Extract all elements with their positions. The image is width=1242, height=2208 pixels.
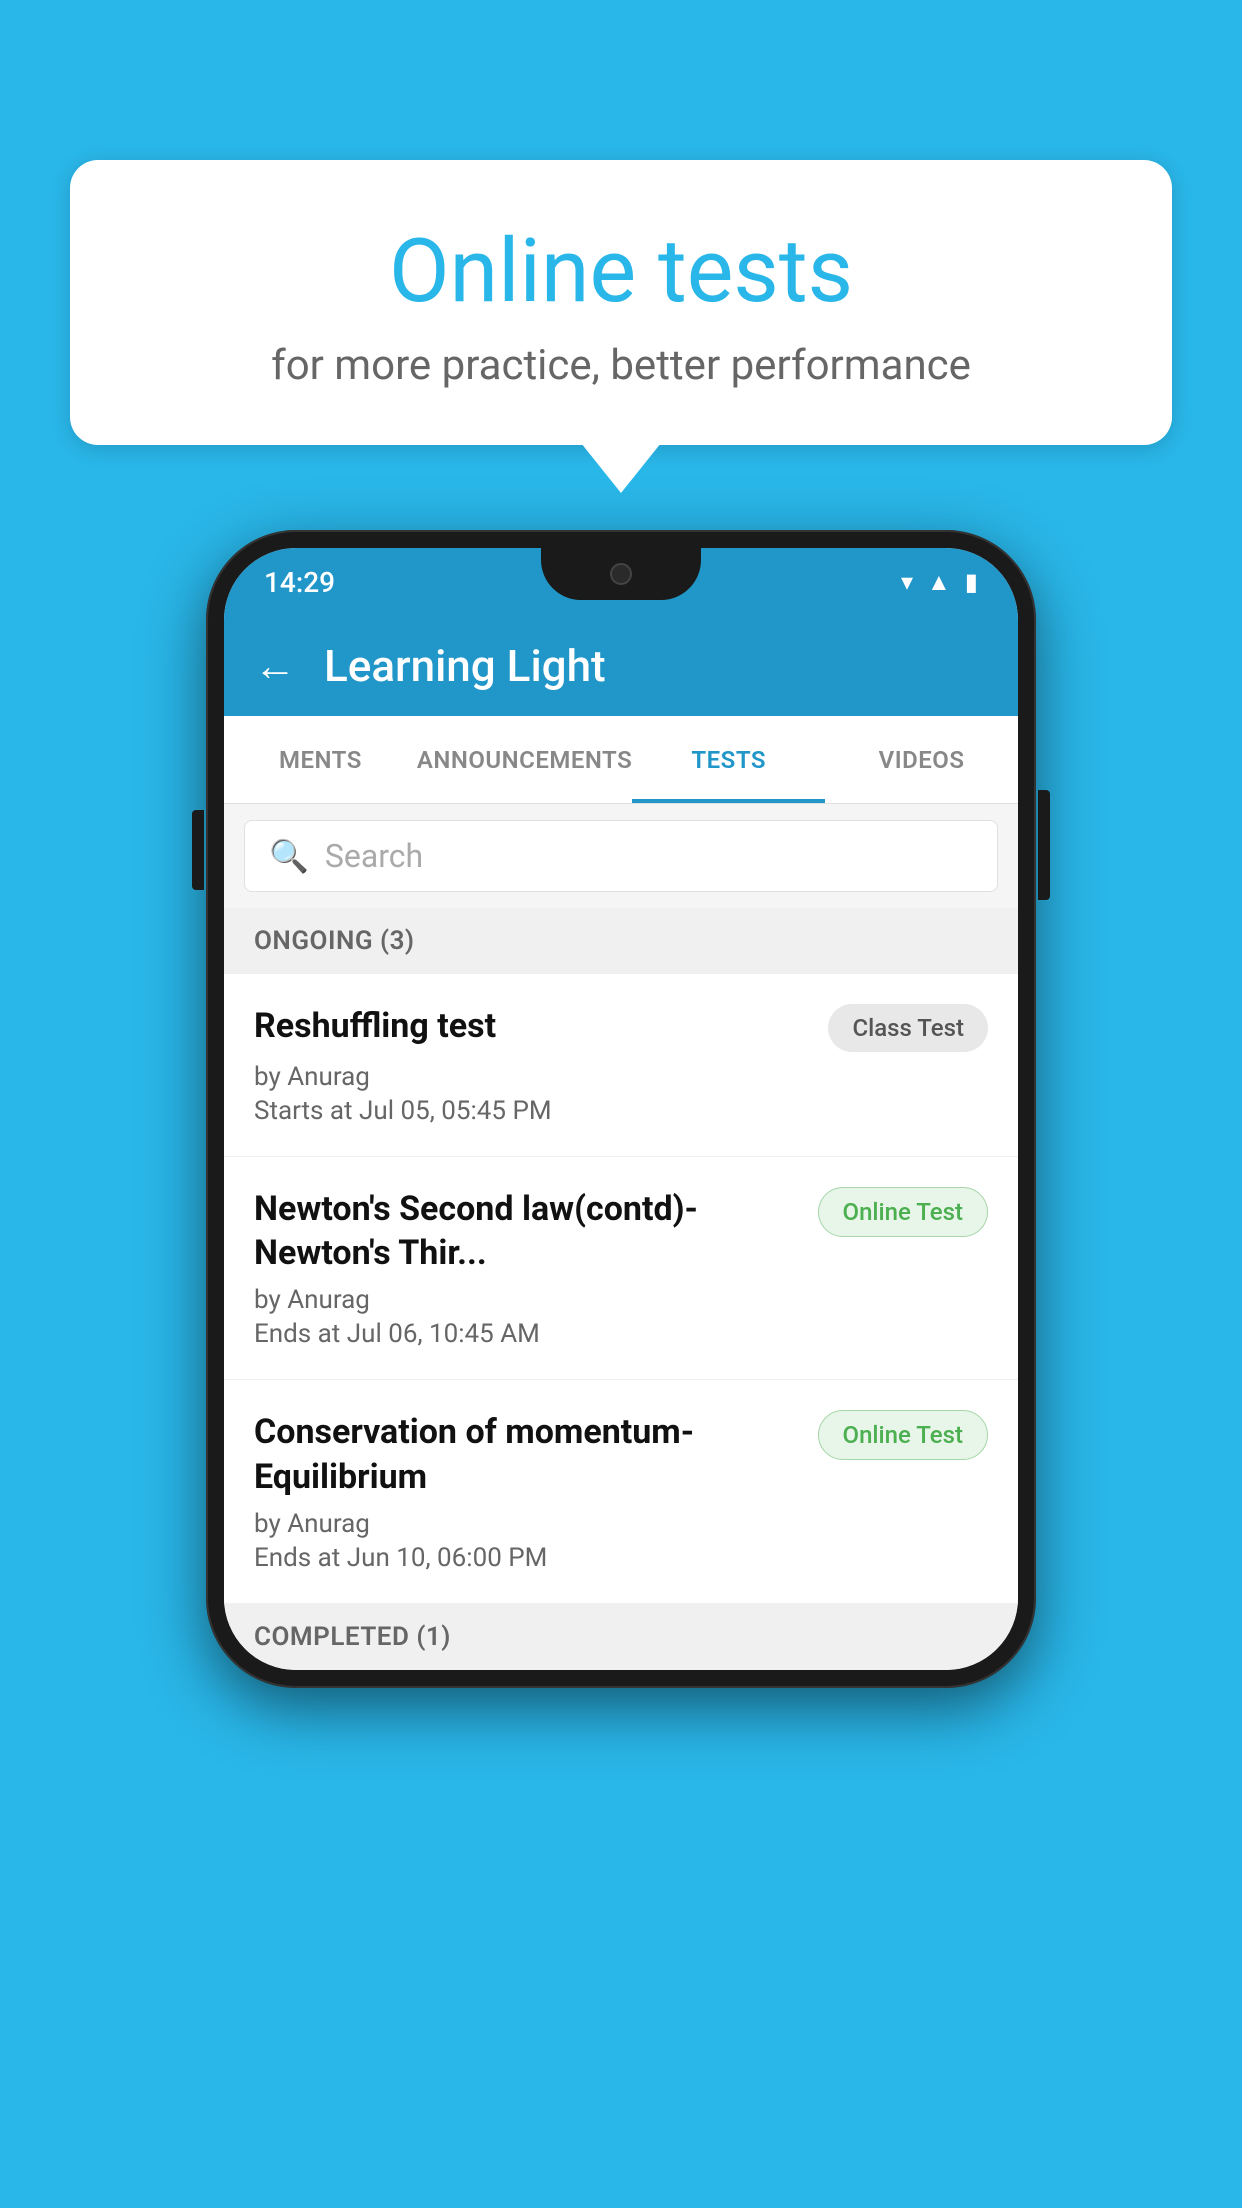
- tab-announcements[interactable]: ANNOUNCEMENTS: [417, 716, 632, 803]
- test-time-value: Jul 06, 10:45 AM: [347, 1319, 540, 1349]
- test-badge: Class Test: [828, 1004, 988, 1052]
- test-item[interactable]: Newton's Second law(contd)-Newton's Thir…: [224, 1157, 1018, 1380]
- status-bar: 14:29 ▾ ▲ ▮: [224, 548, 1018, 616]
- status-icons: ▾ ▲ ▮: [901, 568, 978, 597]
- test-item[interactable]: Conservation of momentum-Equilibrium Onl…: [224, 1380, 1018, 1603]
- tab-ments[interactable]: MENTS: [224, 716, 417, 803]
- speech-bubble-card: Online tests for more practice, better p…: [70, 160, 1172, 445]
- test-time: Ends at Jun 10, 06:00 PM: [254, 1543, 988, 1573]
- test-item-header: Conservation of momentum-Equilibrium Onl…: [254, 1410, 988, 1498]
- wifi-icon: ▾: [901, 568, 913, 596]
- test-item[interactable]: Reshuffling test Class Test by Anurag St…: [224, 974, 1018, 1157]
- test-by: by Anurag: [254, 1285, 988, 1315]
- test-name: Conservation of momentum-Equilibrium: [254, 1410, 802, 1498]
- test-badge: Online Test: [818, 1187, 988, 1237]
- search-bar[interactable]: 🔍 Search: [244, 820, 998, 892]
- speech-bubble-subtitle: for more practice, better performance: [120, 341, 1122, 390]
- test-by: by Anurag: [254, 1509, 988, 1539]
- test-time-label: Ends at: [254, 1319, 340, 1349]
- signal-icon: ▲: [927, 568, 951, 597]
- tab-tests[interactable]: TESTS: [632, 716, 825, 803]
- tab-announcements-label: ANNOUNCEMENTS: [417, 746, 632, 774]
- test-item-header: Newton's Second law(contd)-Newton's Thir…: [254, 1187, 988, 1275]
- test-by: by Anurag: [254, 1062, 988, 1092]
- test-time: Ends at Jul 06, 10:45 AM: [254, 1319, 988, 1349]
- test-name: Reshuffling test: [254, 1004, 812, 1048]
- tab-tests-label: TESTS: [691, 746, 766, 774]
- phone-mockup: 14:29 ▾ ▲ ▮ ← Learning Light MENTS ANNOU…: [206, 530, 1036, 1688]
- test-time-label: Starts at: [254, 1096, 353, 1126]
- camera: [610, 563, 632, 585]
- phone-screen: 14:29 ▾ ▲ ▮ ← Learning Light MENTS ANNOU…: [224, 548, 1018, 1670]
- test-time: Starts at Jul 05, 05:45 PM: [254, 1096, 988, 1126]
- test-badge: Online Test: [818, 1410, 988, 1460]
- ongoing-section-header: ONGOING (3): [224, 908, 1018, 974]
- notch: [541, 548, 701, 600]
- tab-videos-label: VIDEOS: [879, 746, 965, 774]
- test-item-header: Reshuffling test Class Test: [254, 1004, 988, 1052]
- battery-icon: ▮: [965, 568, 978, 596]
- test-name: Newton's Second law(contd)-Newton's Thir…: [254, 1187, 802, 1275]
- speech-bubble-title: Online tests: [120, 220, 1122, 323]
- test-time-value: Jun 10, 06:00 PM: [347, 1543, 548, 1573]
- back-button[interactable]: ←: [254, 642, 296, 691]
- app-bar: ← Learning Light: [224, 616, 1018, 716]
- search-icon: 🔍: [269, 837, 309, 875]
- search-placeholder: Search: [325, 837, 423, 875]
- tab-videos[interactable]: VIDEOS: [825, 716, 1018, 803]
- completed-section-header: COMPLETED (1): [224, 1604, 1018, 1670]
- phone-outer: 14:29 ▾ ▲ ▮ ← Learning Light MENTS ANNOU…: [206, 530, 1036, 1688]
- test-time-value: Jul 05, 05:45 PM: [359, 1096, 552, 1126]
- tab-ments-label: MENTS: [279, 746, 362, 774]
- tabs-bar: MENTS ANNOUNCEMENTS TESTS VIDEOS: [224, 716, 1018, 804]
- test-time-label: Ends at: [254, 1543, 340, 1573]
- app-bar-title: Learning Light: [324, 640, 606, 692]
- search-container: 🔍 Search: [224, 804, 1018, 908]
- status-time: 14:29: [264, 566, 335, 599]
